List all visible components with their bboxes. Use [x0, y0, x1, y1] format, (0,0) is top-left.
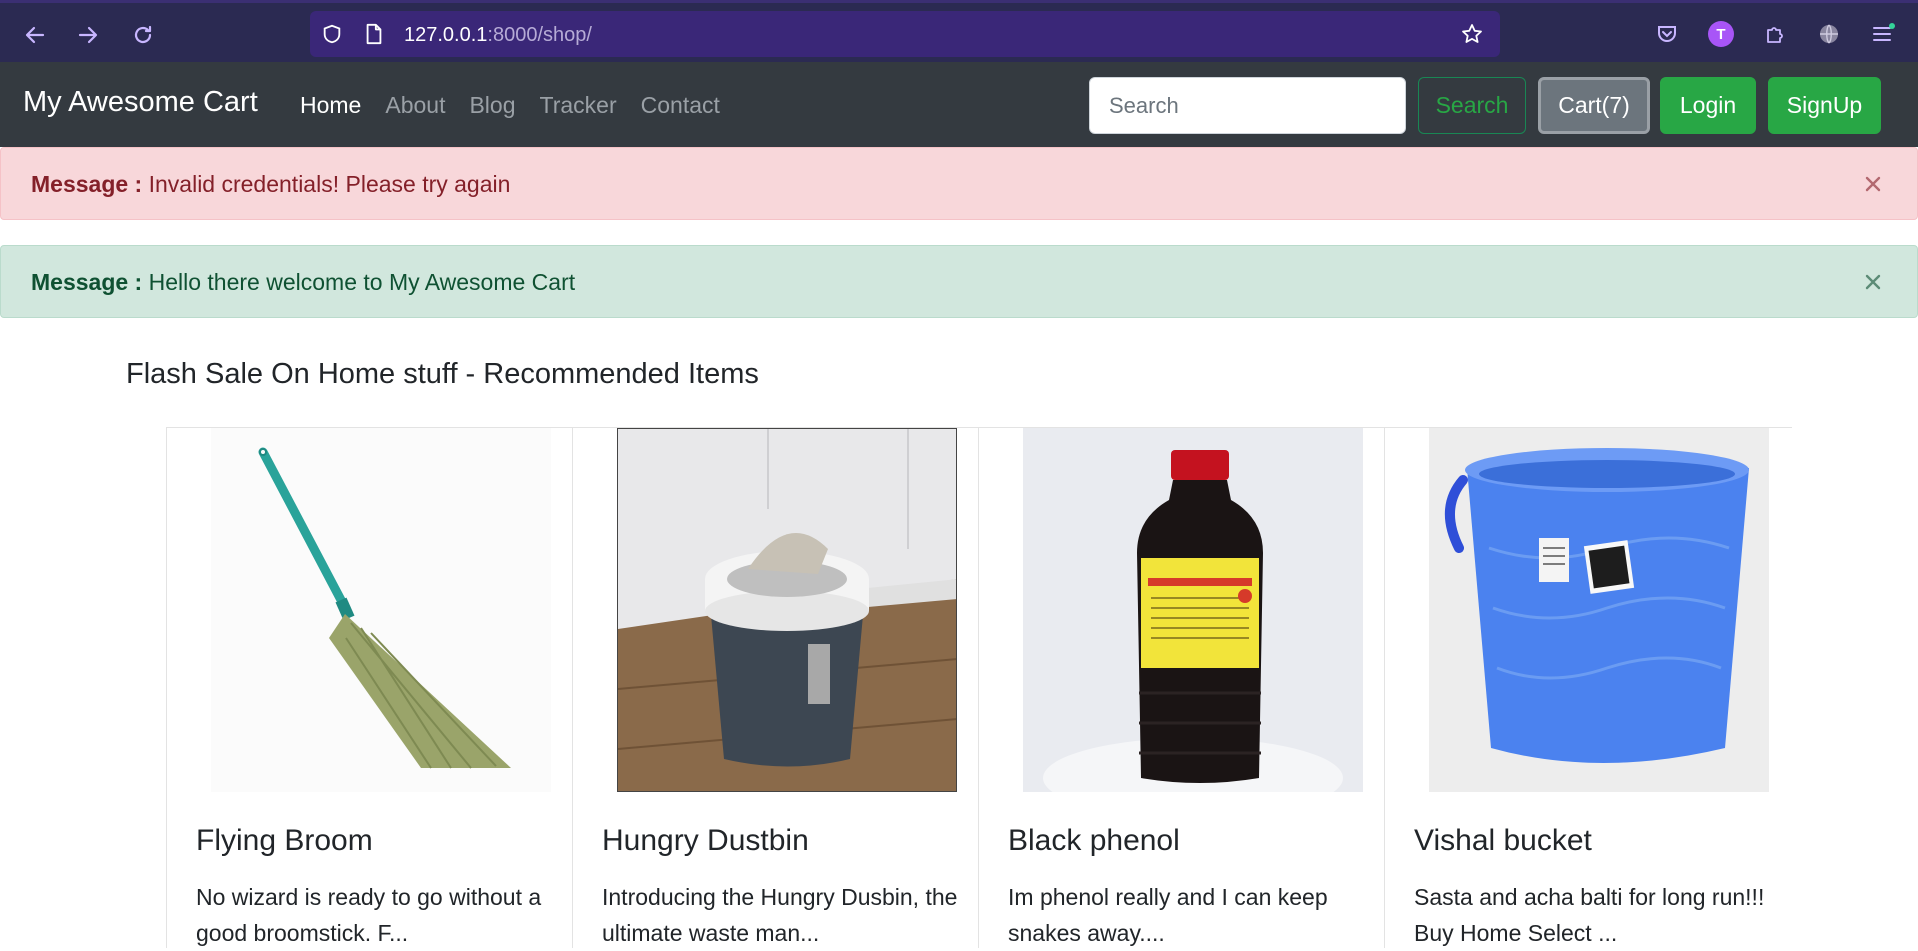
product-card[interactable]: Hungry Dustbin Introducing the Hungry Du… — [572, 428, 978, 948]
error-alert: Message : Invalid credentials! Please tr… — [0, 147, 1918, 220]
search-button[interactable]: Search — [1418, 77, 1526, 134]
product-title: Flying Broom — [196, 824, 373, 857]
url-bar[interactable]: 127.0.0.1:8000/shop/ — [310, 11, 1500, 57]
section-title: Flash Sale On Home stuff - Recommended I… — [126, 358, 759, 390]
product-title: Vishal bucket — [1414, 824, 1592, 857]
nav-links: Home About Blog Tracker Contact — [300, 92, 744, 119]
product-description: Introducing the Hungry Dusbin, the ultim… — [602, 884, 958, 946]
alert-text: Hello there welcome to My Awesome Cart — [142, 269, 576, 295]
alert-text: Invalid credentials! Please try again — [142, 171, 511, 197]
browser-toolbar: 127.0.0.1:8000/shop/ T — [0, 0, 1918, 62]
alert-label: Message : — [31, 171, 143, 197]
product-title: Hungry Dustbin — [602, 824, 809, 857]
page-icon — [362, 22, 386, 46]
success-alert: Message : Hello there welcome to My Awes… — [0, 245, 1918, 318]
url-path: :8000/shop/ — [487, 24, 592, 46]
product-description: Im phenol really and I can keep snakes a… — [1008, 884, 1328, 946]
alert-message: Message : Hello there welcome to My Awes… — [31, 269, 575, 296]
back-arrow-icon[interactable] — [18, 18, 52, 52]
site-navbar: My Awesome Cart Home About Blog Tracker … — [0, 62, 1918, 147]
nav-link-tracker[interactable]: Tracker — [540, 92, 617, 119]
nav-link-about[interactable]: About — [385, 92, 445, 119]
product-description: Sasta and acha balti for long run!!! Buy… — [1414, 884, 1765, 946]
product-carousel: Flying Broom No wizard is ready to go wi… — [166, 427, 1792, 948]
forward-arrow-icon[interactable] — [71, 18, 105, 52]
close-icon[interactable] — [1859, 170, 1887, 198]
nav-link-contact[interactable]: Contact — [641, 92, 720, 119]
profile-avatar[interactable]: T — [1705, 18, 1737, 50]
search-input[interactable] — [1089, 77, 1406, 134]
product-image-bucket[interactable] — [1429, 428, 1769, 792]
puzzle-icon[interactable] — [1759, 18, 1791, 50]
profile-initial: T — [1708, 21, 1734, 47]
alert-label: Message : — [31, 269, 143, 295]
product-image-phenol[interactable] — [1023, 428, 1363, 792]
product-card[interactable]: Black phenol Im phenol really and I can … — [978, 428, 1384, 948]
cart-button[interactable]: Cart(7) — [1538, 77, 1650, 134]
pocket-icon[interactable] — [1651, 18, 1683, 50]
signup-button[interactable]: SignUp — [1768, 77, 1881, 134]
url-host: 127.0.0.1 — [404, 24, 488, 46]
reload-icon[interactable] — [126, 18, 160, 52]
star-icon[interactable] — [1460, 22, 1484, 46]
nav-link-blog[interactable]: Blog — [469, 92, 515, 119]
globe-icon[interactable] — [1813, 18, 1845, 50]
close-icon[interactable] — [1859, 268, 1887, 296]
product-image-dustbin[interactable] — [617, 428, 957, 792]
product-description: No wizard is ready to go without a good … — [196, 884, 542, 946]
brand-link[interactable]: My Awesome Cart — [23, 86, 258, 119]
product-image-broom[interactable] — [211, 428, 551, 792]
hamburger-menu-icon[interactable] — [1867, 18, 1899, 50]
alert-message: Message : Invalid credentials! Please tr… — [31, 171, 510, 198]
product-card[interactable]: Flying Broom No wizard is ready to go wi… — [166, 428, 572, 948]
nav-link-home[interactable]: Home — [300, 92, 361, 119]
shield-icon[interactable] — [320, 22, 344, 46]
product-title: Black phenol — [1008, 824, 1180, 857]
login-button[interactable]: Login — [1660, 77, 1756, 134]
url-text[interactable]: 127.0.0.1:8000/shop/ — [404, 24, 592, 47]
product-card[interactable]: Vishal bucket Sasta and acha balti for l… — [1384, 428, 1790, 948]
